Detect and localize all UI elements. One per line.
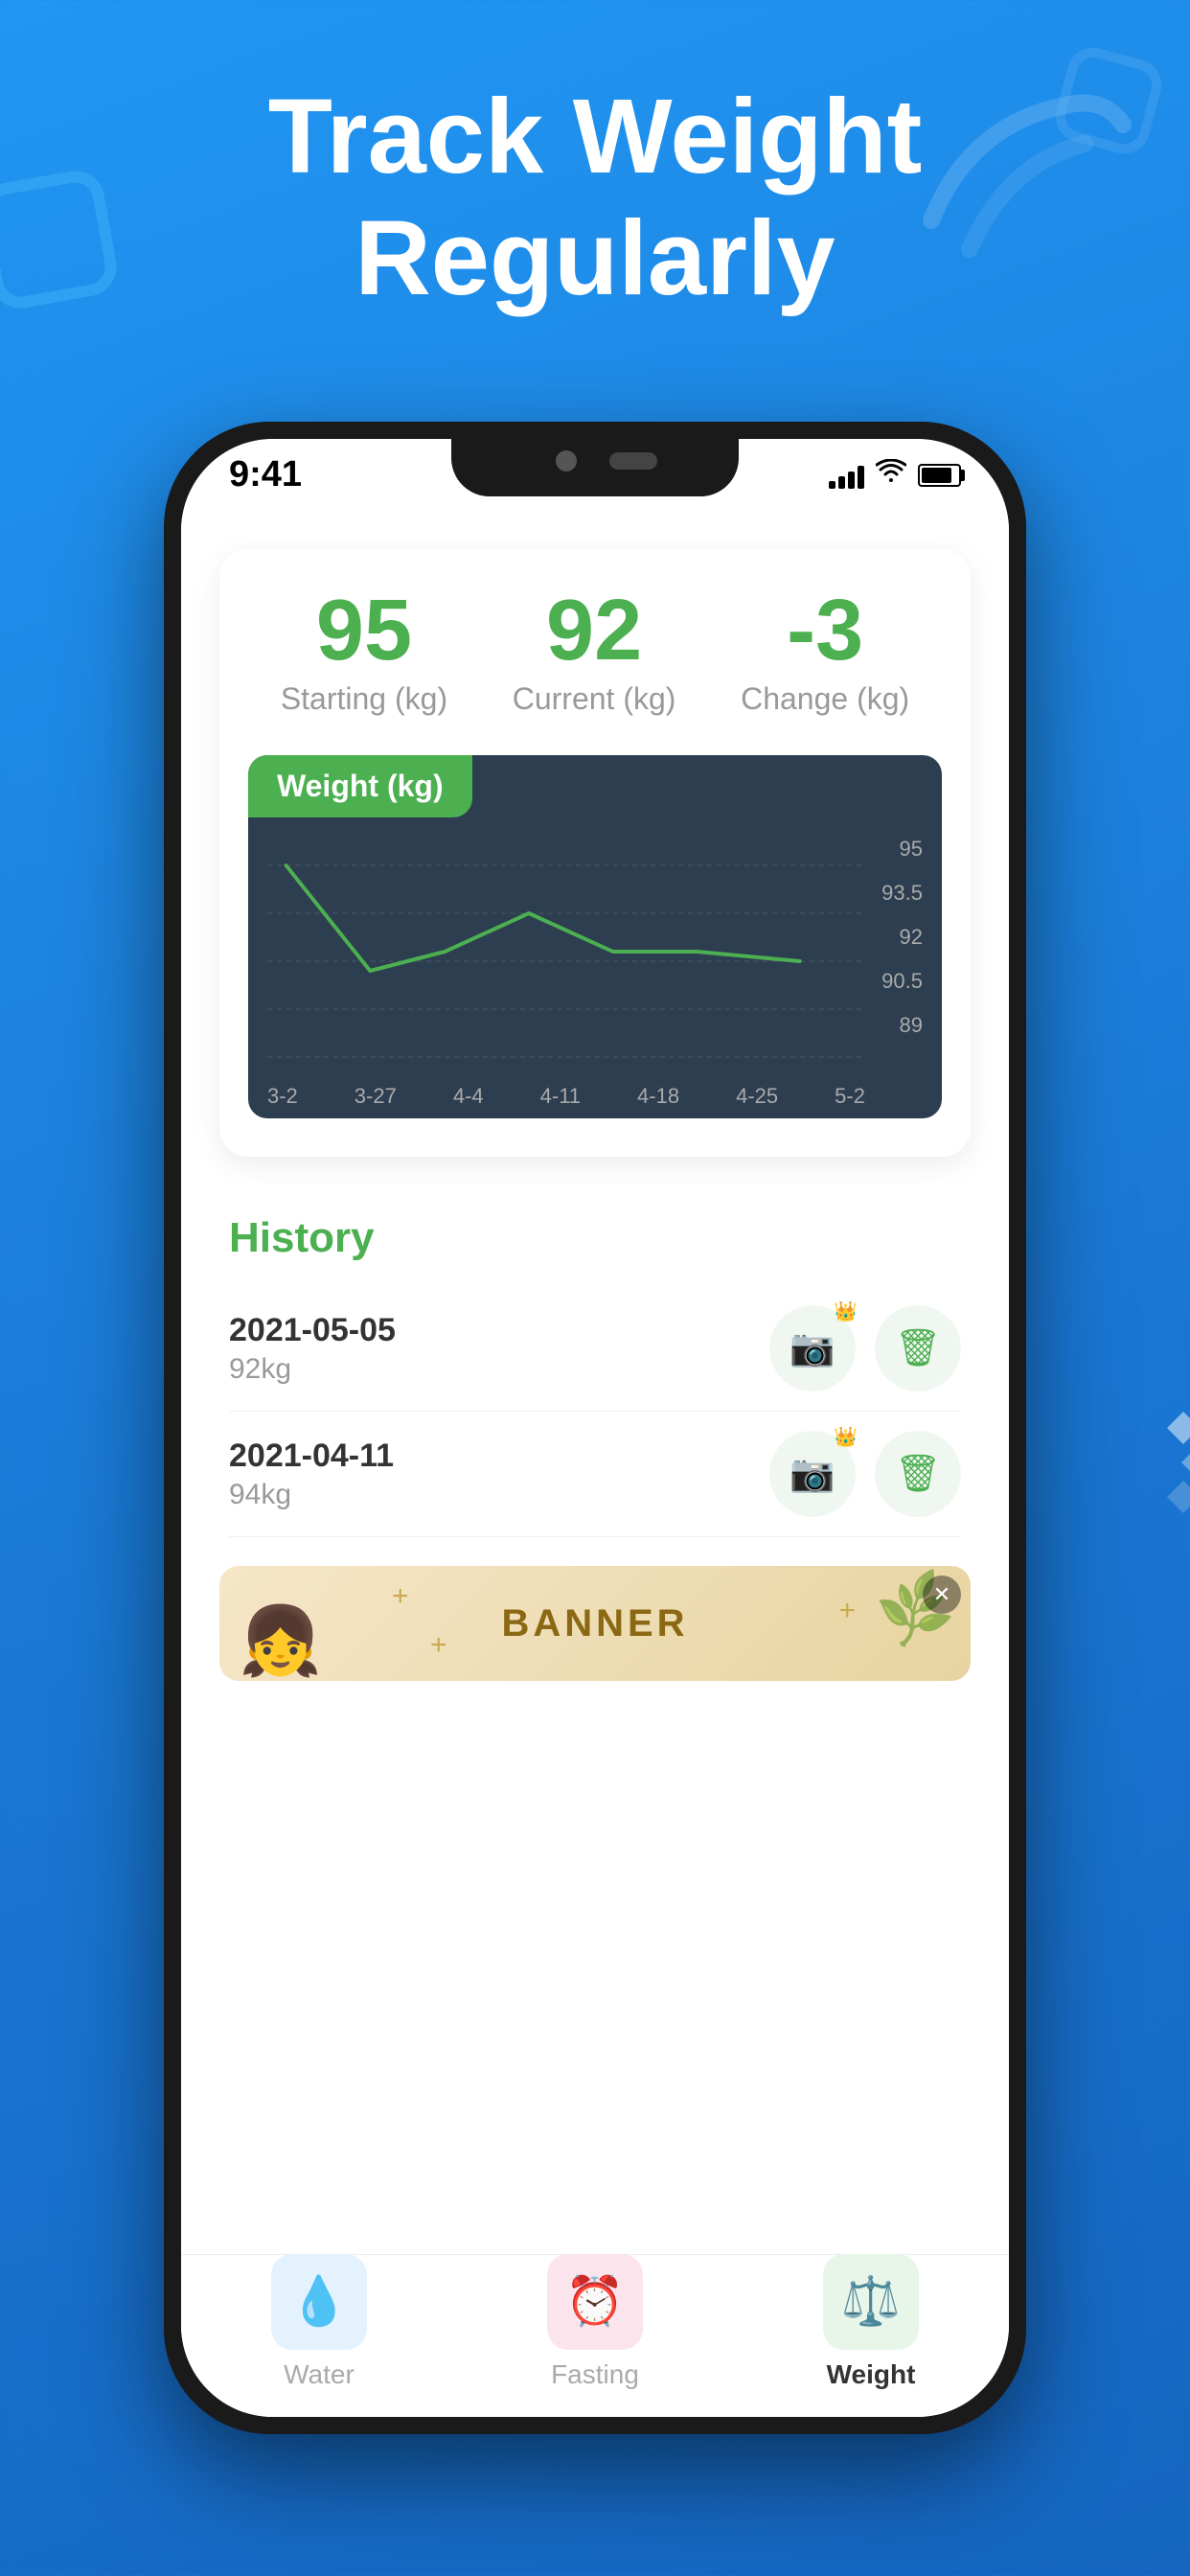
change-label: Change (kg) xyxy=(741,681,909,717)
weight-chart-container: Weight (kg) xyxy=(248,755,942,1118)
tab-weight-label: Weight xyxy=(827,2359,916,2390)
trash-icon-1: 🗑 xyxy=(895,1327,941,1369)
history-title: History xyxy=(229,1214,961,1262)
history-date-1: 2021-05-05 xyxy=(229,1312,396,1349)
wifi-icon xyxy=(876,459,906,491)
water-tab-icon: 💧 xyxy=(271,2254,367,2350)
chart-header: Weight (kg) xyxy=(248,755,472,817)
history-weight-1: 92kg xyxy=(229,1353,396,1386)
banner-close-button[interactable]: ✕ xyxy=(923,1576,961,1614)
history-weight-2: 94kg xyxy=(229,1479,394,1511)
fasting-icon: ⏰ xyxy=(565,2273,625,2330)
crown-icon-2: 👑 xyxy=(834,1425,858,1449)
water-icon: 💧 xyxy=(289,2273,349,2330)
battery-icon xyxy=(918,464,961,487)
photo-button-1[interactable]: 👑 📷 xyxy=(769,1305,856,1392)
change-value: -3 xyxy=(741,587,909,674)
signal-icon xyxy=(829,462,864,489)
history-date-2: 2021-04-11 xyxy=(229,1438,394,1475)
starting-value: 95 xyxy=(281,587,447,674)
history-item-1: 2021-05-05 92kg 👑 📷 🗑 xyxy=(229,1286,961,1412)
stat-change: -3 Change (kg) xyxy=(741,587,909,717)
current-label: Current (kg) xyxy=(513,681,676,717)
stats-row: 95 Starting (kg) 92 Current (kg) -3 Chan… xyxy=(248,587,942,717)
phone-mockup: 9:41 xyxy=(164,422,1026,2434)
photo-button-2[interactable]: 👑 📷 xyxy=(769,1431,856,1517)
chart-body: 95 93.5 92 90.5 89 3-2 3-27 4-4 xyxy=(248,817,942,1118)
banner-character: 👧 xyxy=(239,1602,322,1681)
diamond-decoration xyxy=(1172,1416,1190,1508)
weight-chart-svg xyxy=(267,837,865,1076)
chart-y-labels: 95 93.5 92 90.5 89 xyxy=(865,837,923,1038)
stats-card: 95 Starting (kg) 92 Current (kg) -3 Chan… xyxy=(219,549,971,1157)
phone-notch xyxy=(451,439,739,496)
current-value: 92 xyxy=(513,587,676,674)
history-actions-1: 👑 📷 🗑 xyxy=(769,1305,961,1392)
tab-weight[interactable]: ⚖️ Weight xyxy=(823,2254,919,2390)
tab-fasting[interactable]: ⏰ Fasting xyxy=(547,2254,643,2390)
camera-icon-2: 📷 xyxy=(790,1453,835,1495)
chart-title: Weight (kg) xyxy=(277,769,444,803)
chart-x-labels: 3-2 3-27 4-4 4-11 4-18 4-25 5-2 xyxy=(267,1076,865,1109)
history-item-2: 2021-04-11 94kg 👑 📷 🗑 xyxy=(229,1412,961,1537)
delete-button-1[interactable]: 🗑 xyxy=(875,1305,961,1392)
phone-content: 95 Starting (kg) 92 Current (kg) -3 Chan… xyxy=(181,511,1009,2417)
camera-icon-1: 📷 xyxy=(790,1327,835,1369)
crown-icon-1: 👑 xyxy=(834,1300,858,1323)
banner-text: BANNER xyxy=(501,1602,688,1645)
tab-fasting-label: Fasting xyxy=(551,2359,639,2390)
stat-current: 92 Current (kg) xyxy=(513,587,676,717)
tab-water-label: Water xyxy=(284,2359,355,2390)
banner: 👧 + + + BANNER 🌿 ✕ xyxy=(219,1566,971,1681)
history-section: History 2021-05-05 92kg 👑 📷 xyxy=(181,1185,1009,1566)
tab-water[interactable]: 💧 Water xyxy=(271,2254,367,2390)
fasting-tab-icon: ⏰ xyxy=(547,2254,643,2350)
hero-title: Track Weight Regularly xyxy=(57,77,1133,319)
status-time: 9:41 xyxy=(229,454,302,495)
delete-button-2[interactable]: 🗑 xyxy=(875,1431,961,1517)
hero-section: Track Weight Regularly xyxy=(0,77,1190,319)
weight-icon: ⚖️ xyxy=(841,2273,901,2330)
stat-starting: 95 Starting (kg) xyxy=(281,587,447,717)
status-icons xyxy=(829,459,961,491)
starting-label: Starting (kg) xyxy=(281,681,447,717)
weight-tab-icon: ⚖️ xyxy=(823,2254,919,2350)
history-actions-2: 👑 📷 🗑 xyxy=(769,1431,961,1517)
tab-bar: 💧 Water ⏰ Fasting ⚖️ Weigh xyxy=(181,2254,1009,2417)
trash-icon-2: 🗑 xyxy=(895,1453,941,1495)
